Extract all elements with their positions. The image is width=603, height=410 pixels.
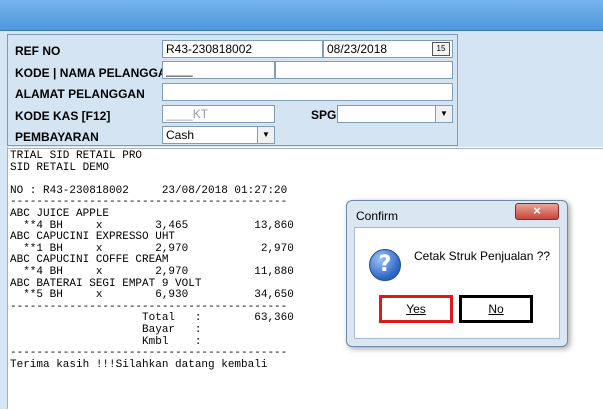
yes-button[interactable]: Yes [379,295,453,323]
alamat-pelanggan-field[interactable] [162,83,453,101]
ref-no-field[interactable]: R43-230818002 [162,40,323,58]
kode-nama-pelanggan-label: KODE | NAMA PELANGGAN [15,66,176,80]
chevron-down-icon[interactable]: ▼ [257,127,274,143]
kode-kas-field[interactable]: ____KT [162,105,275,123]
ref-no-label: REF NO [15,44,61,58]
sales-header-form: REF NO R43-230818002 08/23/2018 15 KODE … [7,34,458,146]
pembayaran-value: Cash [166,128,195,142]
spg-dropdown[interactable]: ▼ [337,105,453,123]
chevron-down-icon[interactable]: ▼ [435,106,452,122]
pembayaran-label: PEMBAYARAN [15,130,99,144]
spg-label: SPG [311,108,337,122]
kode-kas-label: KODE KAS [F12] [15,109,111,123]
no-button[interactable]: No [459,295,533,323]
window-title-bar [0,0,603,31]
calendar-icon[interactable]: 15 [432,42,450,56]
nama-pelanggan-field[interactable] [275,61,453,79]
alamat-pelanggan-label: ALAMAT PELANGGAN [15,87,145,101]
yes-button-label: Yes [406,302,426,316]
confirm-dialog: Confirm × ? Cetak Struk Penjualan ?? Yes… [346,200,568,347]
question-icon: ? [369,249,401,281]
sales-header-panel: REF NO R43-230818002 08/23/2018 15 KODE … [7,31,603,147]
kode-pelanggan-field[interactable]: ____ [162,61,275,79]
dialog-message: Cetak Struk Penjualan ?? [414,249,551,263]
dialog-title: Confirm [356,209,399,223]
pembayaran-dropdown[interactable]: Cash ▼ [162,126,275,144]
no-button-label: No [488,302,504,316]
close-icon[interactable]: × [515,203,559,220]
dialog-body: ? Cetak Struk Penjualan ?? Yes No [354,227,560,339]
